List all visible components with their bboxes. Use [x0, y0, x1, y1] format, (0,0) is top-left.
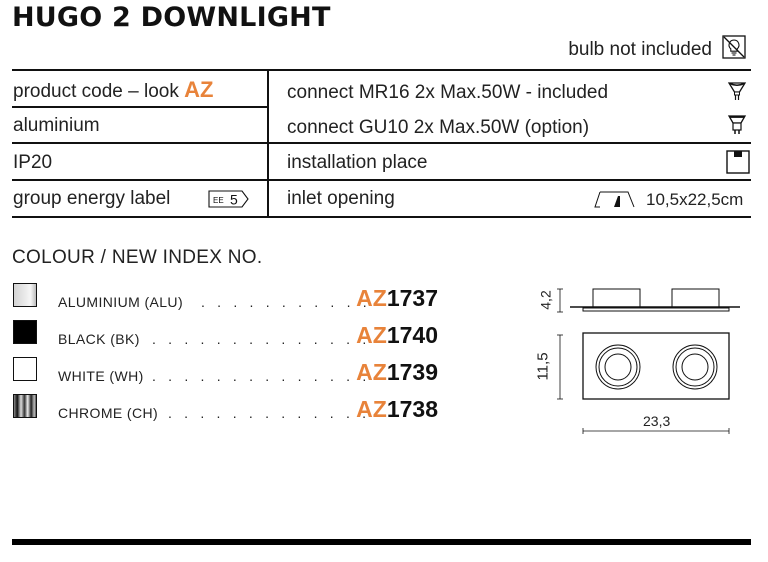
swatch-aluminium [13, 283, 37, 307]
index-prefix: AZ [356, 396, 387, 422]
colour-name: ALUMINIUM (ALU) [58, 294, 184, 310]
spec-table-top-line [12, 69, 751, 71]
leader-dots: . . . . . . . . . . . . . [168, 405, 371, 421]
leader-dots: . . . . . . . . . . . . . . [152, 331, 371, 347]
mr16-bulb-icon [727, 82, 747, 100]
spec-table-bottom-line [12, 216, 751, 218]
spec-mr16: connect MR16 2x Max.50W - included [287, 82, 609, 103]
index-number: 1739 [386, 359, 438, 385]
colour-row-aluminium: ALUMINIUM (ALU) . . . . . . . . . . . AZ… [58, 285, 438, 312]
energy-label-badge: EE 5 [208, 190, 249, 208]
index-number: 1740 [386, 322, 438, 348]
colour-row-black: BLACK (BK) . . . . . . . . . . . . . . A… [58, 322, 438, 349]
colour-name: WHITE (WH) [58, 368, 144, 384]
front-view [582, 332, 730, 400]
technical-drawing [557, 288, 740, 434]
energy-badge-value: 5 [230, 192, 238, 208]
inlet-opening-value: 10,5x22,5cm [646, 190, 744, 209]
product-code-label: product code – look [13, 81, 179, 102]
spec-energy-label: group energy label [13, 188, 171, 209]
index-code: AZ1740 [356, 322, 438, 349]
colour-name: BLACK (BK) [58, 331, 140, 347]
spec-gu10: connect GU10 2x Max.50W (option) [287, 117, 590, 138]
swatch-black [13, 320, 37, 344]
colour-section-heading: COLOUR / NEW INDEX NO. [12, 247, 263, 268]
divider-left-1 [12, 106, 267, 108]
spec-ip-rating: IP20 [13, 152, 53, 173]
index-prefix: AZ [356, 285, 387, 311]
gu10-bulb-icon [727, 115, 747, 134]
index-code: AZ1738 [356, 396, 438, 423]
spec-installation-place: installation place [287, 152, 428, 173]
swatch-chrome [13, 394, 37, 418]
spec-material: aluminium [13, 115, 100, 136]
index-code: AZ1737 [356, 285, 438, 312]
inlet-opening-icon [594, 191, 635, 208]
height-dimension [557, 288, 563, 313]
product-code-prefix: AZ [184, 77, 214, 102]
bulb-crossed-out-icon [722, 35, 746, 59]
index-prefix: AZ [356, 359, 387, 385]
divider-3 [12, 179, 751, 181]
width-dimension-label: 23,3 [643, 413, 671, 429]
ceiling-mount-icon [726, 150, 750, 174]
index-code: AZ1739 [356, 359, 438, 386]
colour-row-white: WHITE (WH) . . . . . . . . . . . . . . A… [58, 359, 438, 386]
spec-table-column-divider [267, 69, 269, 217]
spec-inlet-opening: inlet opening [287, 188, 395, 209]
index-number: 1737 [386, 285, 438, 311]
index-prefix: AZ [356, 322, 387, 348]
side-view [570, 288, 740, 312]
depth-dimension-label: 11,5 [534, 352, 552, 381]
bottom-rule [12, 539, 751, 545]
swatch-white [13, 357, 37, 381]
page-title: HUGO 2 DOWNLIGHT [12, 2, 331, 33]
spec-product-code: product code – look AZ [13, 77, 213, 103]
index-number: 1738 [386, 396, 438, 422]
colour-row-chrome: CHROME (CH) . . . . . . . . . . . . . AZ… [58, 396, 438, 423]
height-dimension-label: 4,2 [537, 290, 554, 310]
depth-dimension [557, 334, 563, 400]
bulb-not-included-note: bulb not included [568, 39, 712, 60]
leader-dots: . . . . . . . . . . . [201, 294, 371, 310]
leader-dots: . . . . . . . . . . . . . . [152, 368, 371, 384]
colour-name: CHROME (CH) [58, 405, 159, 421]
divider-2 [12, 142, 751, 144]
energy-badge-prefix: EE [213, 196, 224, 205]
